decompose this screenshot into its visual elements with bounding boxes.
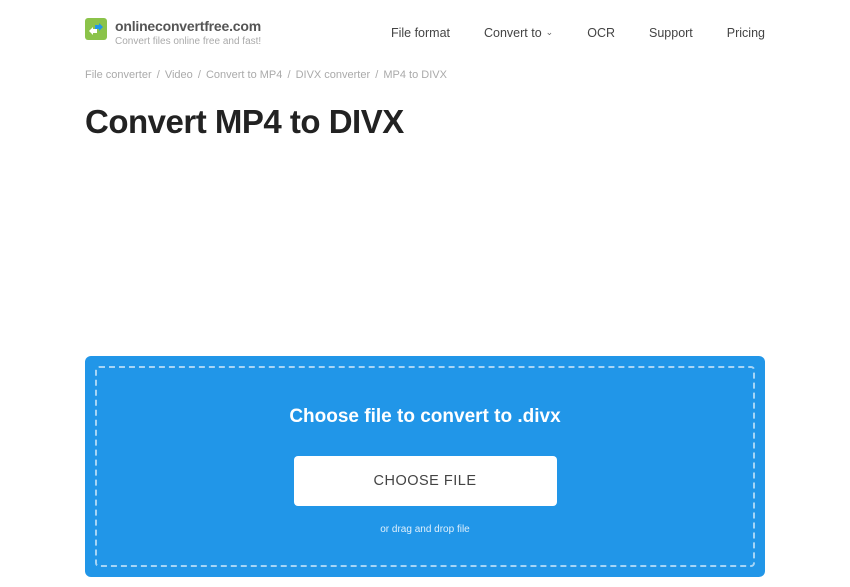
nav-pricing[interactable]: Pricing — [727, 26, 765, 40]
breadcrumb-convert-to-mp4[interactable]: Convert to MP4 — [206, 69, 282, 81]
nav-ocr[interactable]: OCR — [587, 26, 615, 40]
breadcrumb-video[interactable]: Video — [165, 69, 193, 81]
chevron-down-icon: ⌄ — [546, 27, 554, 38]
breadcrumb-current: MP4 to DIVX — [383, 69, 447, 81]
drag-hint: or drag and drop file — [117, 524, 733, 535]
choose-file-button[interactable]: CHOOSE FILE — [294, 456, 557, 506]
breadcrumb-file-converter[interactable]: File converter — [85, 69, 152, 81]
brand[interactable]: onlineconvertfree.com Convert files onli… — [85, 18, 261, 47]
brand-title: onlineconvertfree.com — [115, 18, 261, 34]
nav-convert-to-label: Convert to — [484, 26, 542, 40]
upload-title: Choose file to convert to .divx — [117, 406, 733, 428]
page-title: Convert MP4 to DIVX — [85, 103, 765, 141]
nav-file-format[interactable]: File format — [391, 26, 450, 40]
breadcrumb-divx-converter[interactable]: DIVX converter — [296, 69, 371, 81]
logo-icon — [85, 18, 107, 40]
header: onlineconvertfree.com Convert files onli… — [85, 0, 765, 57]
nav: File format Convert to ⌄ OCR Support Pri… — [391, 26, 765, 40]
upload-dropzone[interactable]: Choose file to convert to .divx CHOOSE F… — [95, 366, 755, 567]
nav-support[interactable]: Support — [649, 26, 693, 40]
breadcrumb: File converter / Video / Convert to MP4 … — [85, 57, 765, 89]
brand-subtitle: Convert files online free and fast! — [115, 36, 261, 47]
nav-convert-to[interactable]: Convert to ⌄ — [484, 26, 553, 40]
upload-panel: Choose file to convert to .divx CHOOSE F… — [85, 356, 765, 577]
